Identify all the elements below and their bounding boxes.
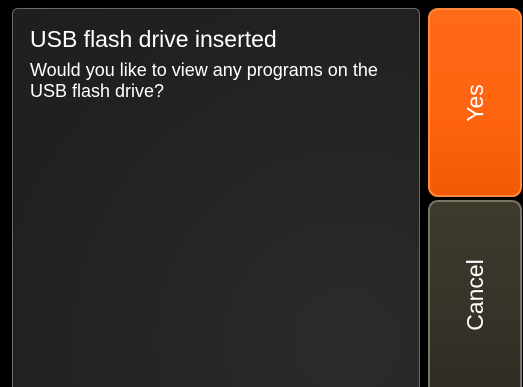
usb-inserted-dialog: USB flash drive inserted Would you like … [0, 0, 523, 387]
yes-button[interactable]: Yes [428, 8, 522, 197]
dialog-title: USB flash drive inserted [30, 26, 277, 52]
yes-button-label: Yes [462, 83, 488, 122]
cancel-button-label: Cancel [462, 258, 488, 331]
cancel-button[interactable]: Cancel [428, 200, 522, 387]
message-panel: USB flash drive inserted Would you like … [12, 8, 420, 387]
dialog-message: Would you like to view any programs on t… [30, 60, 378, 101]
